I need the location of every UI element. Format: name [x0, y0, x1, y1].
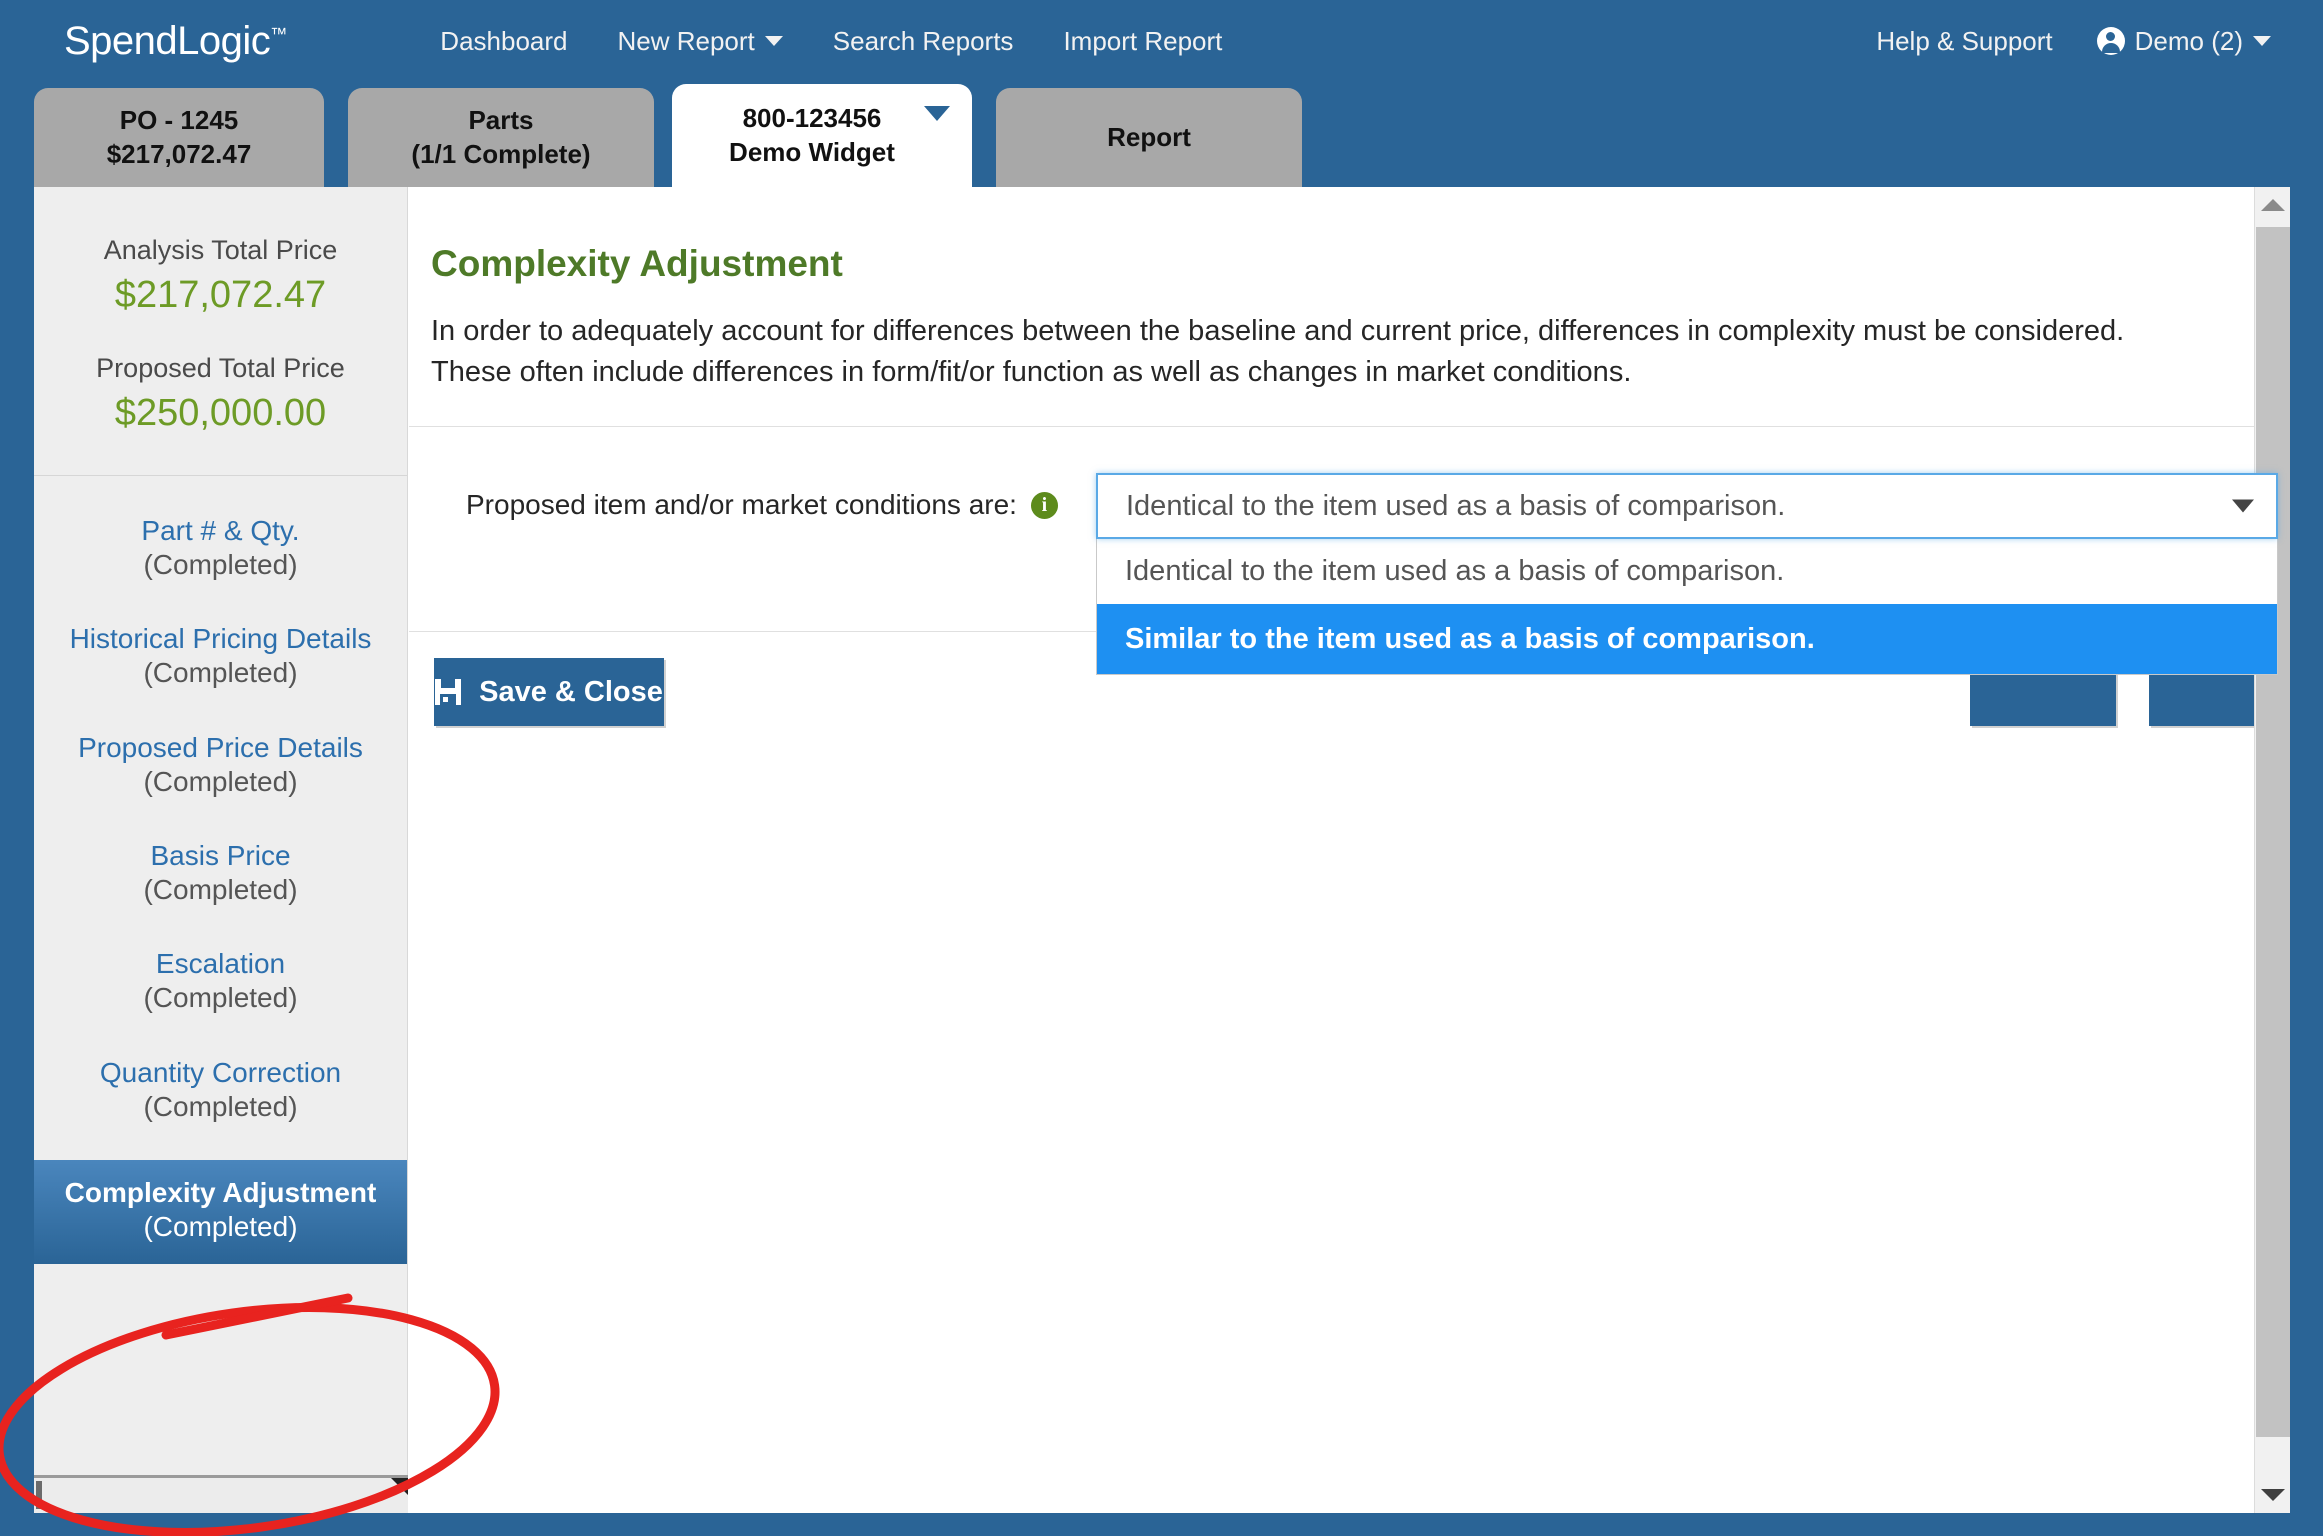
- sidebar-item-part-qty-label: Part # & Qty.: [141, 515, 300, 546]
- sidebar-item-escalation-label: Escalation: [155, 948, 286, 980]
- sidebar-item-quantity-correction-status: (Completed): [143, 1090, 298, 1122]
- conditions-option-identical[interactable]: Identical to the item used as a basis of…: [1097, 539, 2277, 604]
- brand-trademark: ™: [270, 24, 288, 44]
- conditions-select-options: Identical to the item used as a basis of…: [1096, 539, 2278, 676]
- tab-parts-line2: (1/1 Complete): [411, 138, 591, 169]
- nav-item-dashboard[interactable]: Dashboard: [415, 26, 592, 57]
- sidebar-item-complexity-adjustment[interactable]: Complexity Adjustment (Completed): [34, 1159, 407, 1265]
- sidebar-item-complexity-adjustment-status: (Completed): [143, 1211, 298, 1243]
- nav-item-import-report-label: Import Report: [1063, 25, 1223, 56]
- proposed-conditions-label-group: Proposed item and/or market conditions a…: [466, 489, 1058, 521]
- triangle-up-icon: [2261, 199, 2285, 211]
- sidebar-item-escalation-status: (Completed): [143, 982, 298, 1014]
- page-intro: In order to adequately account for diffe…: [431, 311, 2221, 392]
- tab-parts[interactable]: Parts (1/1 Complete): [348, 88, 654, 187]
- tab-parts-line1: Parts: [468, 105, 534, 136]
- scroll-down-button[interactable]: [2255, 1477, 2290, 1513]
- nav-links: Dashboard New Report Search Reports Impo…: [415, 26, 1247, 57]
- page-title: Complexity Adjustment: [431, 243, 843, 284]
- caret-down-icon[interactable]: [924, 106, 950, 121]
- scroll-up-button[interactable]: [2255, 187, 2290, 223]
- sidebar-item-proposed-price-details[interactable]: Proposed Price Details (Completed): [34, 727, 407, 803]
- content-window: Analysis Total Price $217,072.47 Propose…: [34, 187, 2290, 1513]
- tab-report[interactable]: Report: [996, 88, 1302, 187]
- left-sidebar: Analysis Total Price $217,072.47 Propose…: [34, 187, 408, 1513]
- analysis-total-price-value: $217,072.47: [114, 274, 327, 316]
- chevron-down-icon[interactable]: [2232, 499, 2254, 513]
- sidebar-item-part-qty-status: (Completed): [143, 549, 298, 581]
- nav-item-new-report[interactable]: New Report: [593, 26, 808, 57]
- complexity-form-row: Proposed item and/or market conditions a…: [409, 427, 2278, 676]
- sidebar-item-proposed-price-details-label: Proposed Price Details: [78, 731, 363, 763]
- help-and-support-label: Help & Support: [1876, 25, 2053, 56]
- sidebar-item-historical-pricing-details-label: Historical Pricing Details: [69, 623, 372, 655]
- sidebar-item-proposed-price-details-status: (Completed): [143, 765, 298, 797]
- sidebar-item-complexity-adjustment-label: Complexity Adjustment: [64, 1176, 377, 1208]
- nav-item-dashboard-label: Dashboard: [440, 25, 568, 56]
- sidebar-item-basis-price[interactable]: Basis Price (Completed): [34, 835, 407, 911]
- sidebar-scrollbar-thumb[interactable]: [36, 1481, 42, 1509]
- conditions-option-identical-label: Identical to the item used as a basis of…: [1125, 555, 1785, 588]
- sidebar-item-historical-pricing-details-status: (Completed): [143, 657, 298, 689]
- nav-item-new-report-label: New Report: [617, 25, 755, 56]
- sidebar-item-historical-pricing-details[interactable]: Historical Pricing Details (Completed): [34, 618, 407, 694]
- analysis-total-price-label: Analysis Total Price: [103, 235, 338, 265]
- sidebar-item-basis-price-label: Basis Price: [150, 839, 291, 871]
- nav-right-group: Help & Support Demo (2): [1854, 0, 2293, 82]
- nav-item-search-reports-label: Search Reports: [832, 25, 1014, 56]
- tab-part-line1: 800-123456: [742, 103, 882, 134]
- main-panel: Complexity Adjustment In order to adequa…: [409, 187, 2290, 1513]
- sidebar-item-escalation[interactable]: Escalation (Completed): [34, 943, 407, 1019]
- sidebar-step-list: Part # & Qty. (Completed) Historical Pri…: [34, 476, 407, 1265]
- conditions-select[interactable]: Identical to the item used as a basis of…: [1096, 473, 2278, 540]
- info-circle-icon[interactable]: i: [1030, 491, 1058, 519]
- sidebar-item-quantity-correction-label: Quantity Correction: [99, 1056, 342, 1088]
- sidebar-item-part-qty[interactable]: Part # & Qty. (Completed): [34, 510, 407, 586]
- tab-po-1245[interactable]: PO - 1245 $217,072.47: [34, 88, 324, 187]
- vertical-scrollbar-thumb[interactable]: [2256, 227, 2290, 1437]
- conditions-option-similar-label: Similar to the item used as a basis of c…: [1125, 622, 1815, 655]
- chevron-down-icon: [764, 36, 783, 46]
- account-circle-icon: [2096, 27, 2125, 55]
- user-menu-label: Demo (2): [2134, 25, 2243, 56]
- conditions-option-similar[interactable]: Similar to the item used as a basis of c…: [1097, 604, 2277, 675]
- proposed-conditions-label: Proposed item and/or market conditions a…: [466, 489, 1017, 521]
- app-root: SpendLogic™ Dashboard New Report Search …: [0, 0, 2323, 1536]
- floppy-disk-icon: [435, 679, 462, 706]
- sidebar-horizontal-scrollbar[interactable]: [34, 1475, 408, 1513]
- brand-text: SpendLogic: [64, 18, 271, 63]
- page-body-frame: Analysis Total Price $217,072.47 Propose…: [0, 187, 2323, 1536]
- brand-logo[interactable]: SpendLogic™: [64, 19, 287, 64]
- chevron-down-icon: [2253, 36, 2271, 46]
- conditions-select-wrapper: Identical to the item used as a basis of…: [1096, 473, 2278, 676]
- top-navbar: SpendLogic™ Dashboard New Report Search …: [0, 0, 2323, 82]
- content-vertical-scrollbar[interactable]: [2254, 187, 2290, 1513]
- triangle-down-icon: [2261, 1489, 2285, 1501]
- price-summary: Analysis Total Price $217,072.47 Propose…: [34, 187, 407, 435]
- tab-report-line1: Report: [1107, 121, 1191, 152]
- sidebar-item-basis-price-status: (Completed): [143, 874, 298, 906]
- save-and-close-label: Save & Close: [479, 675, 663, 708]
- tab-strip: PO - 1245 $217,072.47 Parts (1/1 Complet…: [0, 82, 2323, 187]
- tab-part-line2: Demo Widget: [729, 136, 895, 167]
- save-and-close-button[interactable]: Save & Close: [434, 658, 664, 727]
- sidebar-item-quantity-correction[interactable]: Quantity Correction (Completed): [34, 1052, 407, 1128]
- tab-po-1245-line1: PO - 1245: [119, 105, 239, 136]
- nav-item-search-reports[interactable]: Search Reports: [808, 26, 1039, 57]
- conditions-select-value: Identical to the item used as a basis of…: [1126, 489, 1786, 522]
- proposed-total-price-value: $250,000.00: [114, 392, 327, 434]
- page-intro-line-1: In order to adequately account for diffe…: [431, 315, 2125, 347]
- proposed-total-price-label: Proposed Total Price: [96, 353, 345, 383]
- help-and-support-link[interactable]: Help & Support: [1854, 26, 2074, 57]
- triangle-right-icon[interactable]: [391, 1478, 408, 1495]
- user-menu[interactable]: Demo (2): [2075, 26, 2293, 57]
- nav-item-import-report[interactable]: Import Report: [1038, 26, 1247, 57]
- page-intro-line-2: These often include differences in form/…: [431, 355, 1632, 388]
- tab-po-1245-line2: $217,072.47: [106, 138, 252, 169]
- tab-part-800-123456[interactable]: 800-123456 Demo Widget: [672, 84, 972, 187]
